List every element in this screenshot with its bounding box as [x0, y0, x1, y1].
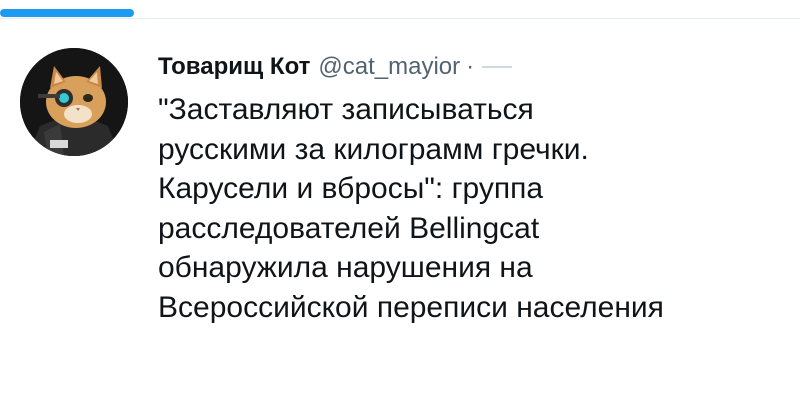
author-display-name[interactable]: Товарищ Кот — [158, 50, 310, 84]
cat-avatar-icon — [20, 48, 128, 156]
header-divider — [0, 18, 800, 19]
active-tab-indicator — [0, 9, 134, 17]
tweet-header: Товарищ Кот @cat_mayior · — [158, 50, 778, 84]
timestamp-placeholder — [482, 66, 513, 68]
author-handle[interactable]: @cat_mayior — [318, 50, 460, 84]
tweet[interactable]: Товарищ Кот @cat_mayior · "Заставляют за… — [158, 50, 778, 327]
tweet-text: "Заставляют записываться русскими за кил… — [158, 93, 664, 324]
avatar[interactable] — [20, 48, 128, 156]
header-separator: · — [466, 53, 475, 80]
